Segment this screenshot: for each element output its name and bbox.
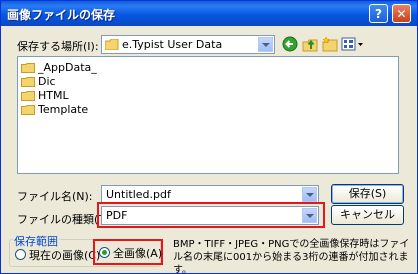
file-list[interactable]: _AppData_ Dic HTML Template — [17, 56, 399, 174]
folder-icon — [21, 63, 35, 73]
list-item-label: HTML — [38, 89, 69, 102]
up-folder-icon[interactable] — [302, 36, 318, 52]
sequence-note: BMP・TIFF・JPEG・PNGでの全画像保存時はファイル名の末尾に001から… — [173, 239, 410, 274]
current-image-radio[interactable] — [15, 249, 26, 260]
current-image-label[interactable]: 現在の画像(C) — [29, 247, 100, 263]
file-type-value: PDF — [106, 209, 128, 222]
save-button[interactable]: 保存(S) — [331, 184, 404, 204]
save-in-label: 保存する場所(I): — [17, 40, 99, 53]
all-images-radio[interactable] — [99, 247, 110, 258]
file-name-value: Untitled.pdf — [106, 188, 171, 201]
close-button[interactable]: ✕ — [392, 4, 411, 23]
folder-icon — [21, 105, 35, 115]
help-button[interactable]: ? — [369, 4, 388, 23]
folder-icon — [21, 77, 35, 87]
view-menu-icon[interactable] — [341, 36, 365, 52]
folder-icon — [21, 91, 35, 101]
save-image-dialog: 画像ファイルの保存 ? ✕ 保存する場所(I): e.Typist User D… — [0, 0, 418, 274]
chevron-down-icon[interactable] — [258, 37, 273, 52]
save-in-dropdown[interactable]: e.Typist User Data — [101, 35, 275, 54]
new-folder-icon[interactable] — [322, 36, 338, 52]
cancel-button[interactable]: キャンセル — [331, 205, 404, 225]
file-type-dropdown[interactable]: PDF — [101, 206, 319, 225]
save-in-value: e.Typist User Data — [122, 38, 223, 51]
back-icon[interactable] — [282, 36, 298, 52]
all-images-label[interactable]: 全画像(A) — [113, 245, 162, 261]
file-name-label: ファイル名(N): — [17, 190, 93, 203]
dialog-title: 画像ファイルの保存 — [7, 8, 116, 22]
list-item-label: Template — [38, 103, 89, 116]
list-item-label: _AppData_ — [38, 61, 97, 74]
chevron-down-icon[interactable] — [302, 208, 317, 223]
list-item-label: Dic — [38, 75, 56, 88]
folder-icon — [105, 39, 119, 50]
title-bar[interactable]: 画像ファイルの保存 ? ✕ — [1, 1, 417, 26]
chevron-down-icon[interactable] — [302, 187, 317, 202]
